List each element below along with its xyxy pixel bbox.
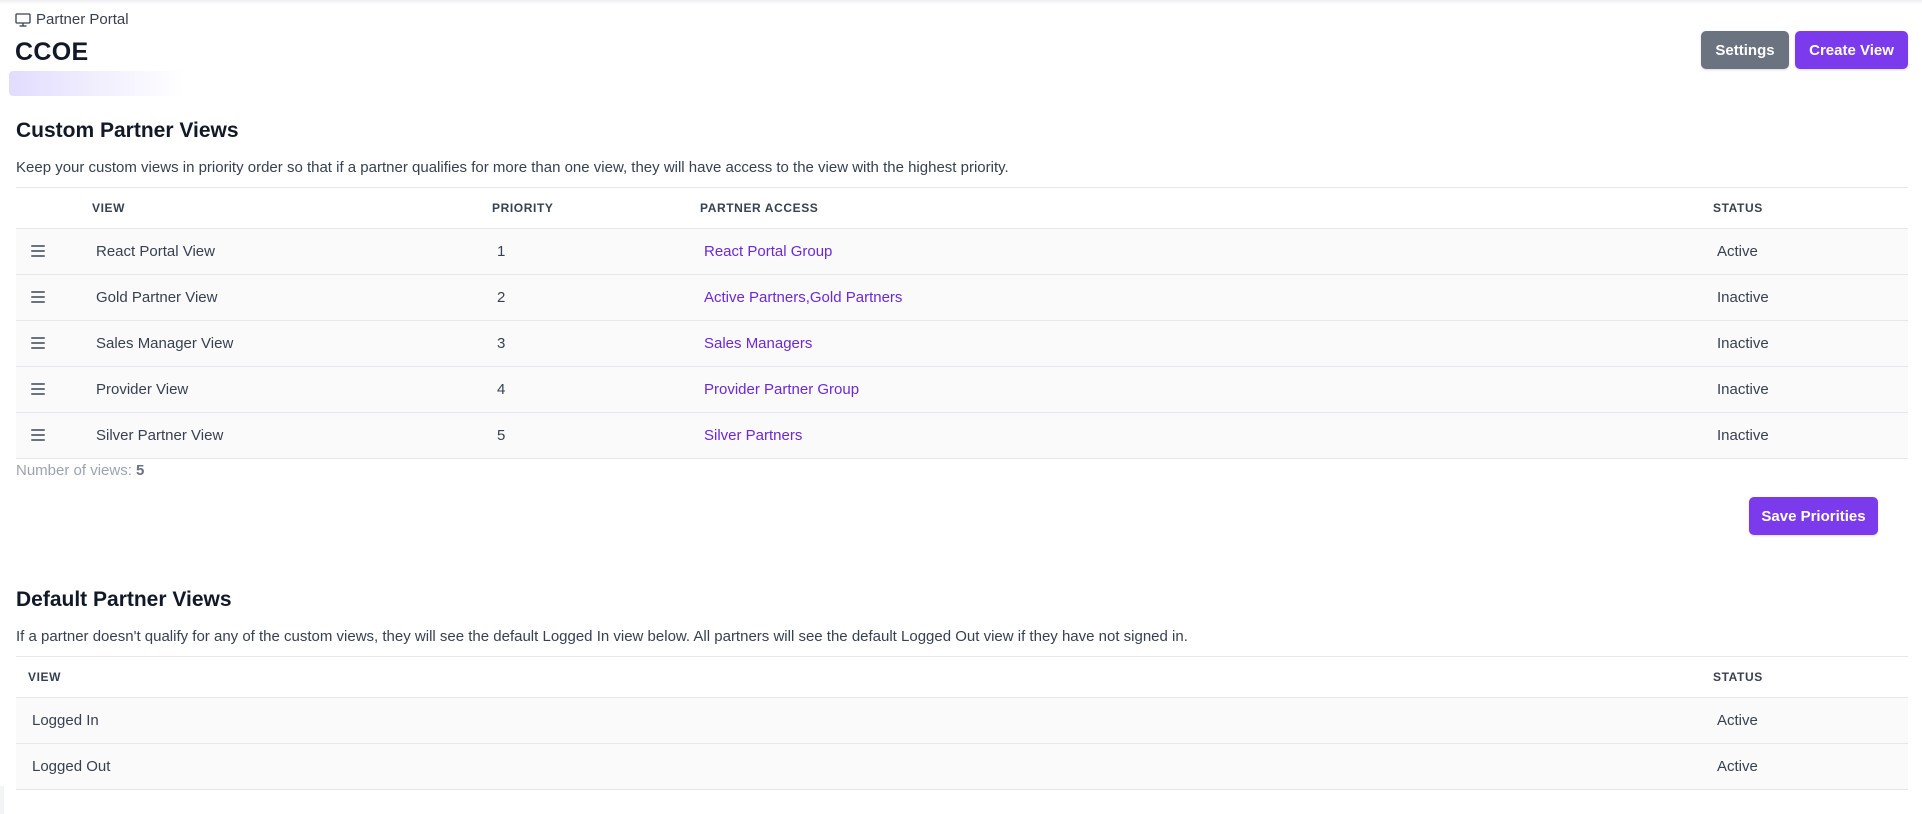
partner-access-link[interactable]: Provider Partner Group — [704, 381, 859, 398]
table-row[interactable]: Logged Out Active — [16, 744, 1908, 790]
views-count-label: Number of views: — [16, 462, 132, 479]
page-title: CCOE — [15, 38, 89, 66]
view-name: Logged Out — [32, 758, 111, 775]
custom-views-description: Keep your custom views in priority order… — [16, 159, 1009, 176]
drag-handle-icon[interactable] — [31, 337, 46, 349]
views-count-value: 5 — [136, 462, 145, 479]
views-count: Number of views: 5 — [16, 462, 144, 479]
drag-handle-icon[interactable] — [31, 291, 46, 303]
title-highlight — [9, 71, 185, 96]
view-name: Logged In — [32, 712, 99, 729]
column-header-partner-access[interactable]: PARTNER ACCESS — [700, 201, 818, 215]
priority-value: 2 — [497, 289, 506, 306]
drag-handle-icon[interactable] — [31, 383, 46, 395]
view-name: Silver Partner View — [96, 427, 224, 444]
column-header-view[interactable]: VIEW — [92, 201, 125, 215]
partner-access-link[interactable]: Active Partners,Gold Partners — [704, 289, 902, 306]
custom-views-title: Custom Partner Views — [16, 119, 239, 142]
table-row[interactable]: Logged In Active — [16, 698, 1908, 744]
breadcrumb-label[interactable]: Partner Portal — [36, 11, 129, 28]
default-views-title: Default Partner Views — [16, 588, 232, 611]
status-value: Inactive — [1717, 381, 1769, 398]
column-header-status[interactable]: STATUS — [1713, 201, 1763, 215]
default-views-description: If a partner doesn't qualify for any of … — [16, 628, 1188, 645]
window-edge — [0, 786, 4, 814]
status-value: Inactive — [1717, 335, 1769, 352]
status-value: Inactive — [1717, 289, 1769, 306]
status-value: Active — [1717, 243, 1758, 260]
table-header: VIEW PRIORITY PARTNER ACCESS STATUS — [16, 188, 1908, 229]
partner-access-link[interactable]: Silver Partners — [704, 427, 802, 444]
drag-handle-icon[interactable] — [31, 245, 46, 257]
create-view-button[interactable]: Create View — [1795, 31, 1908, 69]
monitor-icon — [15, 12, 31, 27]
view-name: Sales Manager View — [96, 335, 234, 352]
column-header-view[interactable]: VIEW — [28, 670, 61, 684]
status-value: Active — [1717, 712, 1758, 729]
status-value: Active — [1717, 758, 1758, 775]
column-header-priority[interactable]: PRIORITY — [492, 201, 553, 215]
drag-handle-icon[interactable] — [31, 429, 46, 441]
partner-access-link[interactable]: React Portal Group — [704, 243, 832, 260]
top-edge-shadow — [0, 0, 1922, 4]
status-value: Inactive — [1717, 427, 1769, 444]
view-name: Gold Partner View — [96, 289, 218, 306]
table-row[interactable]: Provider View 4 Provider Partner Group I… — [16, 367, 1908, 413]
priority-value: 4 — [497, 381, 506, 398]
priority-value: 3 — [497, 335, 506, 352]
table-row[interactable]: Gold Partner View 2 Active Partners,Gold… — [16, 275, 1908, 321]
table-row[interactable]: Silver Partner View 5 Silver Partners In… — [16, 413, 1908, 459]
table-row[interactable]: Sales Manager View 3 Sales Managers Inac… — [16, 321, 1908, 367]
save-priorities-button[interactable]: Save Priorities — [1749, 497, 1878, 535]
priority-value: 5 — [497, 427, 506, 444]
view-name: React Portal View — [96, 243, 215, 260]
table-row[interactable]: React Portal View 1 React Portal Group A… — [16, 229, 1908, 275]
default-views-table: VIEW STATUS Logged In Active Logged Out … — [16, 656, 1908, 790]
view-name: Provider View — [96, 381, 189, 398]
table-header: VIEW STATUS — [16, 657, 1908, 698]
breadcrumb[interactable]: Partner Portal — [15, 11, 129, 28]
column-header-status[interactable]: STATUS — [1713, 670, 1763, 684]
settings-button[interactable]: Settings — [1701, 31, 1789, 69]
priority-value: 1 — [497, 243, 506, 260]
partner-access-link[interactable]: Sales Managers — [704, 335, 812, 352]
custom-views-table: VIEW PRIORITY PARTNER ACCESS STATUS Reac… — [16, 187, 1908, 459]
